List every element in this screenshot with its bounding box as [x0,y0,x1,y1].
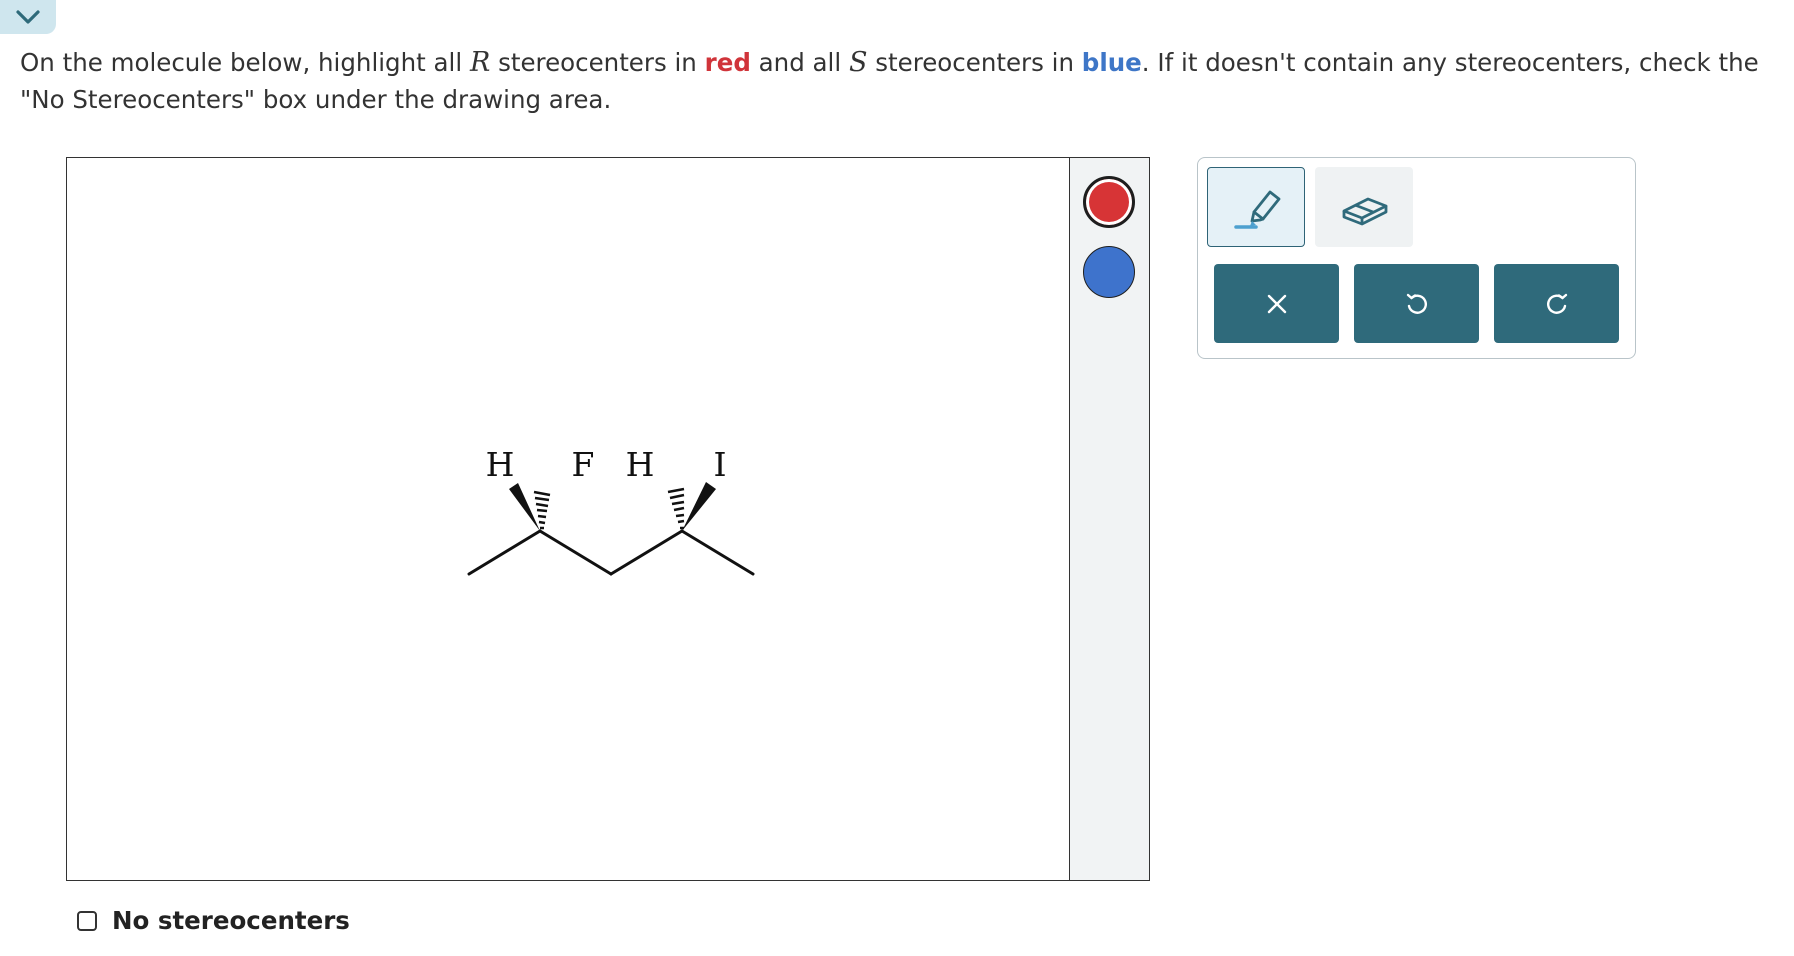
atom-h2-label: H [626,445,655,484]
redo-icon [1546,293,1567,314]
s-symbol: S [848,47,868,78]
chevron-down-icon [16,10,40,24]
collapse-toggle[interactable] [0,0,56,34]
red-color-swatch[interactable] [1083,176,1135,228]
undo-button[interactable] [1354,264,1479,343]
drawing-area[interactable]: H F H I [67,158,1072,880]
wedge-bond-h1 [509,483,540,531]
close-icon [1267,294,1286,313]
hashed-bond-h2 [667,487,685,530]
question-instructions: On the molecule below, highlight all R s… [20,47,1759,114]
eraser-tool-button[interactable] [1315,167,1413,247]
eraser-icon [1342,197,1388,226]
redo-button[interactable] [1494,264,1619,343]
blue-word: blue [1081,48,1142,77]
color-palette [1069,158,1149,880]
wedge-bond-i [682,482,716,531]
atom-f-label: F [572,445,595,484]
no-stereocenters-checkbox[interactable] [77,910,97,931]
atom-h1-label: H [486,445,515,484]
highlighter-icon [1234,190,1281,229]
undo-icon [1406,293,1427,314]
bond-c2-c3 [538,529,613,576]
hashed-bond-f [533,490,551,530]
no-stereocenters-label: No stereocenters [112,906,350,935]
highlighter-tool-button[interactable] [1207,167,1305,247]
drawing-canvas[interactable]: H F H I [66,157,1150,881]
no-stereocenters-option[interactable]: No stereocenters [77,906,350,935]
bond-c1-c2 [467,529,542,576]
red-word: red [704,48,751,77]
molecule[interactable]: H F H I [67,158,1072,879]
bond-c4-c5 [680,529,755,576]
tool-panel [1197,157,1636,359]
bond-c3-c4 [609,529,684,576]
clear-button[interactable] [1214,264,1339,343]
blue-color-swatch[interactable] [1083,246,1135,298]
atom-i-label: I [713,445,726,484]
r-symbol: R [469,47,491,78]
